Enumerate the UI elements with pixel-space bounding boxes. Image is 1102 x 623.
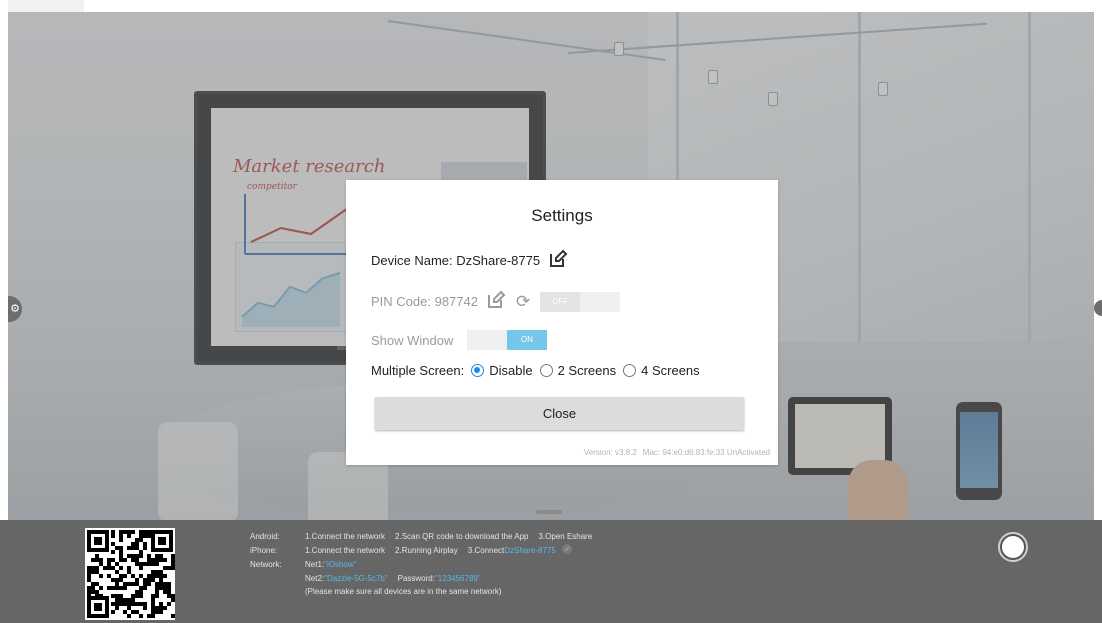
connection-instructions: Android: 1.Connect the network 2.Scan QR… [250,530,592,599]
edit-device-name-icon[interactable] [548,249,568,272]
edit-pin-code-icon[interactable] [486,290,506,313]
pin-toggle-state: OFF [540,291,581,312]
device-name-label: Device Name: DzShare-8775 [371,253,541,268]
right-edge [1094,12,1102,520]
network-note: (Please make sure all devices are in the… [305,587,502,596]
password-label: Password: [397,573,435,583]
android-step-2: 2.Scan QR code to download the App [395,532,529,541]
left-edge [0,12,8,520]
mac-text: Mac: 94:e0:d6:83:fe:33 UnActivated [642,448,770,457]
edit-small-icon[interactable] [561,543,572,559]
iphone-step-3: 3.Connect [467,545,505,555]
settings-dialog: Settings Device Name: DzShare-8775 PIN C… [346,180,778,465]
iphone-key: iPhone: [250,545,278,555]
android-step-3: 3.Open Eshare [538,532,593,541]
multiple-screen-row: Multiple Screen: Disable 2 Screens 4 Scr… [371,363,700,378]
radio-2-screens[interactable] [539,364,553,377]
iphone-line: iPhone: 1.Connect the network 2.Running … [250,543,592,559]
version-info: Version: v3.8.2 Mac: 94:e0:d6:83:fe:33 Un… [578,448,770,457]
iphone-device-name: DzShare-8775 [504,545,556,555]
pencil-icon [561,543,572,554]
show-window-label: Show Window [371,332,454,348]
pin-code-label: PIN Code: 987742 [371,294,478,309]
net1-value: "iOshow" [324,560,357,569]
close-button[interactable]: Close [375,397,744,430]
floating-circle-button[interactable] [1000,534,1026,560]
refresh-pin-icon[interactable]: ⟳ [516,292,530,312]
qr-code-image [87,530,175,618]
device-name-row: Device Name: DzShare-8775 [371,249,568,272]
screen: Market research competitor ⚙ Settings De… [0,0,1102,623]
radio-4-screens[interactable] [623,364,637,377]
radio-4-screens-label[interactable]: 4 Screens [641,363,700,378]
pin-code-row: PIN Code: 987742 ⟳ OFF [371,290,621,313]
edit-icon [487,290,506,308]
show-window-toggle-state: ON [507,330,547,350]
note-line: (Please make sure all devices are in the… [305,585,592,599]
page-indicator [536,510,562,514]
iphone-step-2: 2.Running Airplay [395,545,458,555]
dialog-title: Settings [531,206,593,225]
edit-icon [550,249,568,267]
android-step-1: 1.Connect the network [305,532,386,541]
network-key: Network: [250,560,282,569]
password-value: "123456789" [434,573,481,583]
show-window-row: Show Window ON [371,330,547,350]
pin-code-toggle[interactable]: OFF [540,291,621,312]
gear-icon: ⚙ [10,303,20,315]
net2-line: Net2: "Dazzle-5G-5c7b" Password: "12345678… [305,572,592,586]
radio-disable[interactable] [471,364,485,377]
show-window-toggle[interactable]: ON [467,330,547,350]
radio-disable-label[interactable]: Disable [489,363,532,378]
android-key: Android: [250,532,280,541]
net2-label: Net2: [305,573,325,583]
net1-label: Net1: [305,560,325,569]
bottom-info-bar: Android: 1.Connect the network 2.Scan QR… [0,520,1102,623]
download-qr-code [85,528,175,620]
version-text: Version: v3.8.2 [583,448,637,457]
radio-2-screens-label[interactable]: 2 Screens [558,363,617,378]
net2-value: "Dazzle-5G-5c7b" [324,573,388,583]
network-line: Network: Net1: "iOshow" [250,558,592,572]
top-strip [0,0,1102,13]
iphone-step-1: 1.Connect the network [305,545,386,555]
android-line: Android: 1.Connect the network 2.Scan QR… [250,530,592,544]
multiple-screen-label: Multiple Screen: [371,363,465,378]
